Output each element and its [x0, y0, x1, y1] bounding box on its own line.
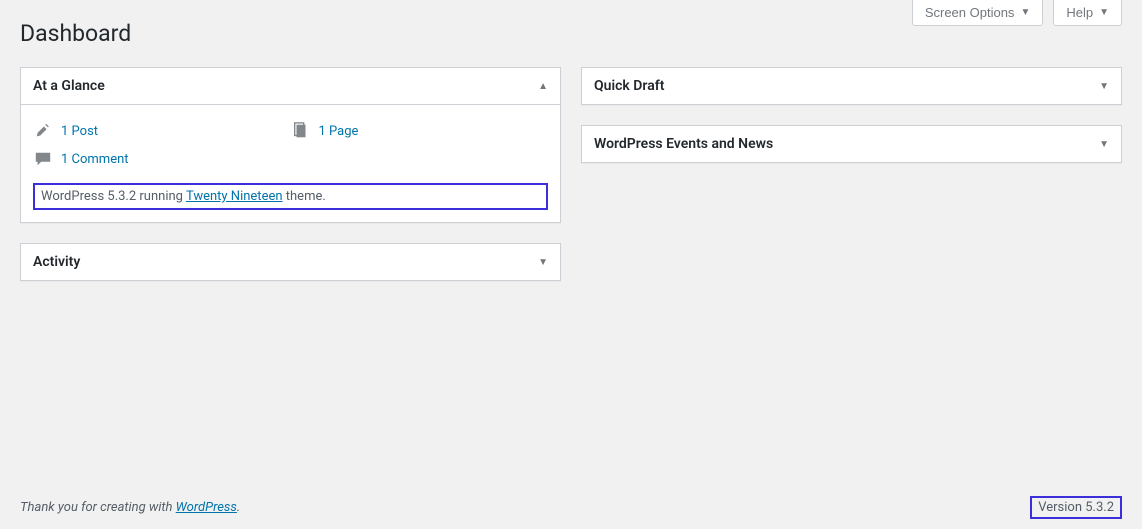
widget-quick-draft: Quick Draft ▼ — [581, 67, 1122, 105]
chevron-down-icon: ▼ — [1099, 139, 1109, 150]
widget-title-quick-draft: Quick Draft — [594, 78, 664, 94]
dashboard-columns: At a Glance ▲ 1 Post 1 Page — [0, 47, 1142, 301]
comment-icon — [33, 149, 53, 169]
widget-header-activity[interactable]: Activity ▼ — [21, 244, 560, 280]
pin-icon — [33, 121, 53, 141]
glance-pages: 1 Page — [291, 117, 549, 145]
top-screen-buttons: Screen Options ▼ Help ▼ — [912, 0, 1122, 26]
glance-posts-link[interactable]: 1 Post — [61, 124, 98, 139]
widget-title-glance: At a Glance — [33, 78, 105, 94]
widget-header-glance[interactable]: At a Glance ▲ — [21, 68, 560, 105]
widget-at-a-glance: At a Glance ▲ 1 Post 1 Page — [20, 67, 561, 223]
widget-header-quick-draft[interactable]: Quick Draft ▼ — [582, 68, 1121, 104]
version-theme-line: WordPress 5.3.2 running Twenty Nineteen … — [33, 183, 548, 210]
chevron-up-icon: ▲ — [538, 81, 548, 92]
version-prefix: WordPress 5.3.2 running — [41, 189, 186, 204]
footer-version: Version 5.3.2 — [1030, 496, 1122, 519]
glance-pages-link[interactable]: 1 Page — [319, 124, 359, 139]
column-left: At a Glance ▲ 1 Post 1 Page — [20, 67, 561, 281]
screen-options-button[interactable]: Screen Options ▼ — [912, 0, 1044, 26]
chevron-down-icon: ▼ — [538, 257, 548, 268]
widget-title-events-news: WordPress Events and News — [594, 136, 773, 152]
help-label: Help — [1066, 5, 1093, 20]
glance-comments-link[interactable]: 1 Comment — [61, 152, 129, 167]
widget-body-glance: 1 Post 1 Page 1 Comment — [21, 105, 560, 222]
widget-activity: Activity ▼ — [20, 243, 561, 281]
version-suffix: theme. — [283, 189, 326, 204]
column-right: Quick Draft ▼ WordPress Events and News … — [581, 67, 1122, 281]
glance-posts: 1 Post — [33, 117, 291, 145]
help-button[interactable]: Help ▼ — [1053, 0, 1122, 26]
footer-thanks-prefix: Thank you for creating with — [20, 500, 176, 515]
chevron-down-icon: ▼ — [1020, 7, 1030, 18]
footer-thanks: Thank you for creating with WordPress. — [20, 500, 240, 515]
chevron-down-icon: ▼ — [1099, 81, 1109, 92]
glance-stats: 1 Post 1 Page 1 Comment — [33, 117, 548, 173]
theme-link[interactable]: Twenty Nineteen — [186, 189, 283, 204]
footer-wordpress-link[interactable]: WordPress — [176, 500, 237, 515]
widget-events-news: WordPress Events and News ▼ — [581, 125, 1122, 163]
footer-thanks-suffix: . — [237, 500, 240, 515]
page-icon — [291, 121, 311, 141]
widget-header-events-news[interactable]: WordPress Events and News ▼ — [582, 126, 1121, 162]
footer: Thank you for creating with WordPress. V… — [20, 496, 1122, 519]
glance-comments: 1 Comment — [33, 145, 548, 173]
screen-options-label: Screen Options — [925, 5, 1015, 20]
widget-title-activity: Activity — [33, 254, 80, 270]
chevron-down-icon: ▼ — [1099, 7, 1109, 18]
